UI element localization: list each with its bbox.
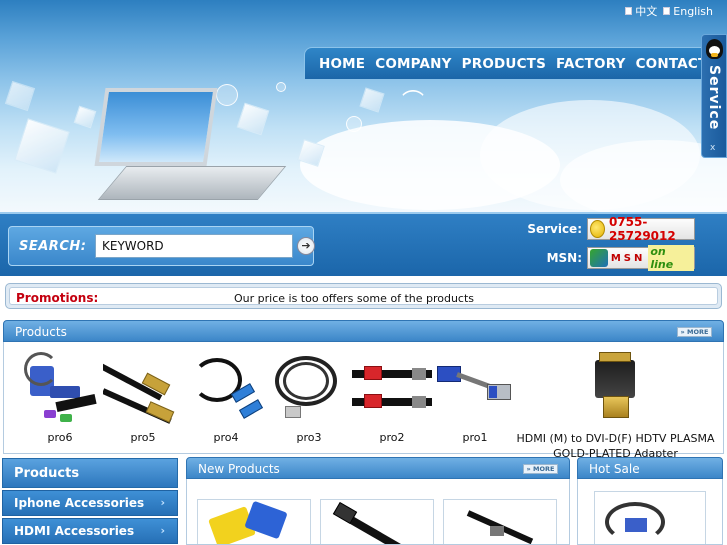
sidebar-item-label: HDMI Accessories	[14, 524, 135, 538]
chevron-right-icon: ›	[160, 496, 165, 509]
search-input[interactable]	[95, 234, 293, 258]
product-caption[interactable]: pro1	[434, 431, 516, 444]
bubble-shape	[216, 84, 238, 106]
msn-label: MSN:	[546, 251, 582, 265]
sidebar-item-hdmi-accessories[interactable]: HDMI Accessories ›	[2, 518, 178, 544]
search-bar: SEARCH: ➔ Service: 0755-25729012 MSN: MS…	[0, 212, 727, 276]
service-label: Service:	[527, 222, 582, 236]
qq-penguin-icon	[706, 39, 723, 59]
new-product-card[interactable]	[443, 499, 557, 544]
flag-icon	[663, 7, 671, 15]
search-label: SEARCH:	[19, 239, 87, 254]
cube-shape	[359, 87, 385, 113]
sidebar-title: Products	[2, 458, 178, 488]
bubble-shape	[276, 82, 286, 92]
product-caption[interactable]: pro5	[102, 431, 184, 444]
sidebar-item-label: Iphone Accessories	[14, 496, 145, 510]
phone-button[interactable]: 0755-25729012	[587, 215, 695, 243]
nav-company[interactable]: COMPANY	[375, 56, 451, 72]
new-products-header: New Products » MORE	[186, 457, 570, 479]
promotions-label: Promotions:	[16, 291, 99, 305]
laptop-screen	[94, 88, 218, 166]
hot-sale-header: Hot Sale	[577, 457, 723, 479]
product-image[interactable]	[352, 348, 432, 428]
product-image[interactable]	[269, 348, 349, 428]
lang-chinese-link[interactable]: 中文	[625, 3, 657, 19]
banner-image: ⌒	[0, 80, 727, 212]
new-products-more-button[interactable]: » MORE	[523, 464, 558, 474]
bubble-shape	[346, 116, 362, 132]
new-products-title: New Products	[198, 462, 280, 476]
products-section-title: Products	[15, 325, 67, 339]
msn-buddy-icon	[590, 249, 608, 267]
new-product-card[interactable]	[320, 499, 434, 544]
lang-english-link[interactable]: English	[663, 5, 713, 18]
new-product-card[interactable]	[197, 499, 311, 544]
product-image[interactable]	[574, 348, 657, 426]
nav-home[interactable]: HOME	[319, 56, 365, 72]
product-caption[interactable]: pro6	[19, 431, 101, 444]
msn-letters: MSN	[610, 252, 646, 264]
laptop-base	[97, 166, 287, 200]
lang-english-label: English	[673, 4, 713, 18]
search-go-button[interactable]: ➔	[297, 237, 315, 255]
products-more-button[interactable]: » MORE	[677, 327, 712, 337]
service-tab-label: Service	[706, 65, 722, 131]
language-switcher: 中文 English	[625, 3, 713, 19]
product-card[interactable]: pro3	[268, 348, 350, 444]
product-image[interactable]	[103, 348, 183, 428]
service-phone-row: Service: 0755-25729012	[527, 215, 695, 243]
main-nav: HOME COMPANY PRODUCTS FACTORY CONTACT US	[304, 47, 727, 79]
product-card[interactable]: pro6	[19, 348, 101, 444]
cube-shape	[73, 105, 97, 129]
nav-factory[interactable]: FACTORY	[556, 56, 626, 72]
product-card-featured[interactable]: HDMI (M) to DVI-D(F) HDTV PLASMA GOLD-PL…	[508, 348, 723, 461]
product-card[interactable]: pro5	[102, 348, 184, 444]
smiley-icon	[590, 220, 605, 238]
cube-shape	[14, 118, 70, 174]
seagull-icon: ⌒	[402, 90, 425, 115]
promotions-text[interactable]: Our price is too offers some of the prod…	[234, 292, 474, 305]
chevron-right-icon: ›	[160, 524, 165, 537]
product-card[interactable]: pro1	[434, 348, 516, 444]
phone-number: 0755-25729012	[608, 215, 676, 243]
product-caption[interactable]: pro3	[268, 431, 350, 444]
flag-icon	[625, 7, 633, 15]
products-section-header: Products » MORE	[3, 320, 724, 342]
header: 中文 English HOME COMPANY PRODUCTS FACTORY…	[0, 0, 727, 212]
products-strip: pro6 pro5 pro4 pro3 pro2 pro1 HDMI (M) t…	[3, 342, 724, 460]
promotions-bar: Promotions: Our price is too offers some…	[5, 283, 722, 309]
product-card[interactable]: pro2	[351, 348, 433, 444]
new-products-body	[186, 479, 570, 545]
product-image[interactable]	[20, 348, 100, 428]
msn-online-button[interactable]: MSN on line	[587, 245, 695, 271]
hot-sale-card[interactable]	[594, 491, 706, 544]
service-tab[interactable]: Service x	[701, 34, 727, 158]
msn-row: MSN: MSN on line	[546, 245, 695, 271]
cube-shape	[236, 102, 270, 136]
promotions-inner: Promotions: Our price is too offers some…	[9, 287, 718, 305]
service-close-icon[interactable]: x	[710, 143, 715, 153]
lang-chinese-label: 中文	[635, 5, 658, 18]
cube-shape	[4, 80, 36, 112]
sidebar-item-iphone-accessories[interactable]: Iphone Accessories ›	[2, 490, 178, 516]
product-image[interactable]	[186, 348, 266, 428]
product-caption[interactable]: pro4	[185, 431, 267, 444]
hot-sale-body	[577, 479, 723, 545]
msn-status: on line	[648, 245, 694, 271]
hot-sale-title: Hot Sale	[589, 462, 640, 476]
product-image[interactable]	[435, 348, 515, 428]
product-caption[interactable]: pro2	[351, 431, 433, 444]
nav-products[interactable]: PRODUCTS	[462, 56, 546, 72]
sidebar: Products Iphone Accessories › HDMI Acces…	[2, 458, 178, 545]
search-box: SEARCH: ➔	[8, 226, 315, 266]
product-card[interactable]: pro4	[185, 348, 267, 444]
